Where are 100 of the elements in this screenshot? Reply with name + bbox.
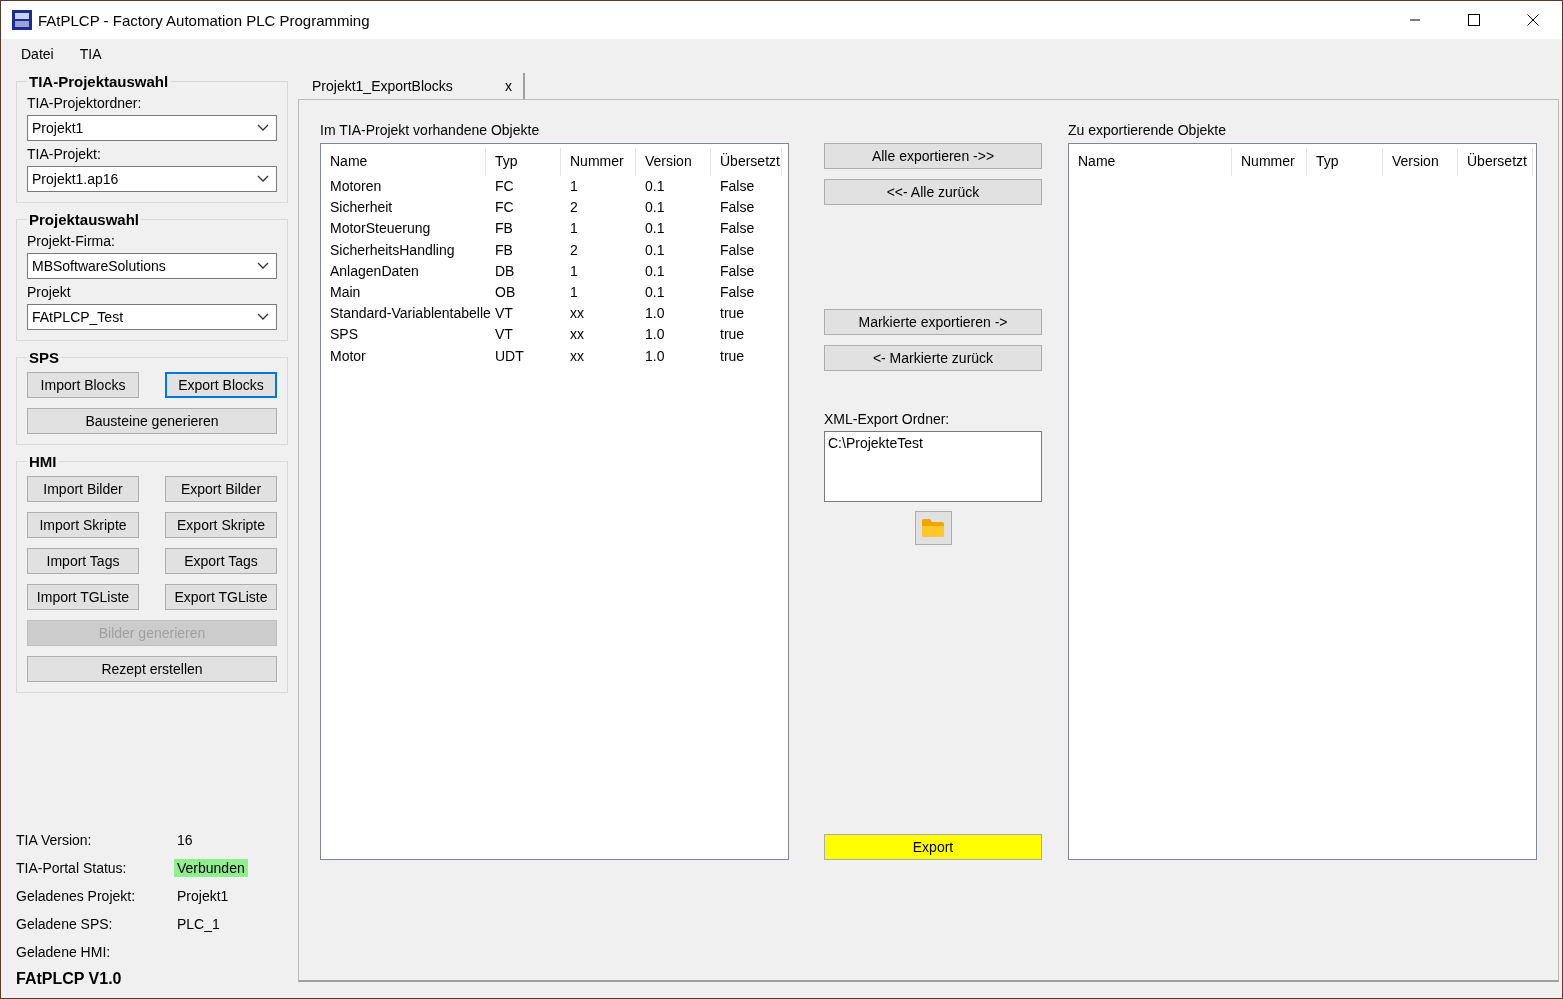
column-header[interactable]: Version	[1383, 148, 1458, 176]
table-cell-text: Sicherheit	[329, 198, 394, 218]
version-label: FAtPLCP V1.0	[16, 970, 123, 988]
chevron-down-icon	[257, 124, 269, 132]
table-cell-text: FC	[494, 198, 515, 218]
table-cell-text: FB	[494, 240, 514, 260]
chevron-down-icon	[257, 175, 269, 183]
table-cell-text: FB	[494, 219, 514, 239]
tab-close-button[interactable]: x	[502, 78, 515, 94]
text-field[interactable]: C:\ProjekteTest	[824, 431, 1042, 502]
app-icon	[12, 10, 32, 30]
column-header[interactable]: Typ	[486, 148, 561, 176]
column-header[interactable]: Übersetzt	[1458, 148, 1533, 176]
button[interactable]: Rezept erstellen	[27, 656, 277, 682]
column-header[interactable]: Typ	[1307, 148, 1383, 176]
table-cell-text: SPS	[329, 325, 359, 345]
group-title: TIA-Projektauswahl	[28, 73, 170, 90]
maximize-icon	[1467, 14, 1480, 26]
column-header[interactable]: Name	[1069, 148, 1232, 176]
column-header[interactable]: Name	[321, 148, 486, 176]
table-cell-text: 0.1	[644, 198, 666, 218]
button[interactable]: Import Tags	[27, 548, 139, 574]
export-button[interactable]: Export	[824, 834, 1042, 860]
table-cell-text: 1	[569, 219, 579, 239]
button[interactable]: Alle exportieren ->>	[824, 143, 1042, 169]
field-label: XML-Export Ordner:	[824, 411, 950, 427]
table-cell-text: AnlagenDaten	[329, 261, 420, 281]
table-cell-text: true	[719, 304, 746, 324]
status-label: Geladenes Projekt:	[16, 888, 137, 904]
column-header[interactable]: Übersetzt	[711, 148, 782, 176]
button[interactable]: Import Bilder	[27, 476, 139, 502]
button[interactable]: Export Skripte	[165, 512, 277, 538]
table-cell-text: 1	[569, 261, 579, 281]
field-label: Projekt	[27, 284, 72, 300]
folder-icon	[921, 518, 945, 538]
button[interactable]: Markierte exportieren ->	[824, 309, 1042, 335]
table-cell-text: 0.1	[644, 261, 666, 281]
table-cell-text: true	[719, 325, 746, 345]
button[interactable]: <<- Alle zurück	[824, 179, 1042, 205]
dropdown[interactable]: MBSoftwareSolutions	[27, 253, 277, 279]
button[interactable]: Bausteine generieren	[27, 408, 277, 434]
dropdown[interactable]: Projekt1.ap16	[27, 166, 277, 192]
status-value: 16	[176, 831, 194, 849]
table-cell-text: 1	[569, 282, 579, 302]
table-cell-text: 0.1	[644, 240, 666, 260]
status-label: Geladene SPS:	[16, 916, 114, 932]
button[interactable]: Export Bilder	[165, 476, 277, 502]
status-value: PLC_1	[176, 915, 221, 933]
table-cell-text: False	[719, 177, 756, 196]
column-header[interactable]: Nummer	[561, 148, 636, 176]
table-cell-text: MotorSteuerung	[329, 219, 432, 239]
table-cell-text: true	[719, 346, 746, 366]
button[interactable]: Import TGListe	[27, 584, 139, 610]
close-icon	[1526, 14, 1539, 26]
button[interactable]: Export Tags	[165, 548, 277, 574]
table-cell-text: FC	[494, 177, 515, 196]
table-cell-text: xx	[569, 304, 585, 324]
field-label: TIA-Projektordner:	[27, 95, 143, 111]
list-title: Im TIA-Projekt vorhandene Objekte	[320, 122, 541, 138]
field-label: Projekt-Firma:	[27, 233, 116, 249]
table-cell-text: VT	[494, 325, 514, 345]
table-cell-text: DB	[494, 261, 516, 281]
table-cell-text: Motor	[329, 346, 367, 366]
table-cell-text: xx	[569, 325, 585, 345]
table-cell-text: False	[719, 282, 756, 302]
table-cell-text: SicherheitsHandling	[329, 240, 456, 260]
table-cell-text: False	[719, 219, 756, 239]
button[interactable]: <- Markierte zurück	[824, 345, 1042, 371]
table-cell-text: 2	[569, 240, 579, 260]
dropdown[interactable]: Projekt1	[27, 115, 277, 141]
menu-item[interactable]: Datei	[14, 46, 61, 62]
table-cell-text: Motoren	[329, 177, 383, 196]
button[interactable]: Export Blocks	[165, 372, 277, 398]
group-title: HMI	[28, 453, 58, 470]
group-title: Projektauswahl	[28, 211, 141, 228]
chevron-down-icon	[257, 262, 269, 270]
table-cell-text: 1.0	[644, 304, 666, 324]
field-label: TIA-Projekt:	[27, 146, 102, 162]
chevron-down-icon	[257, 313, 269, 321]
status-label: TIA Version:	[16, 832, 93, 848]
menu-item[interactable]: TIA	[72, 46, 109, 62]
column-header[interactable]: Version	[636, 148, 711, 176]
table-cell-text: False	[719, 240, 756, 260]
table-cell-text: 1.0	[644, 325, 666, 345]
browse-button[interactable]	[914, 511, 952, 545]
table-cell-text: False	[719, 261, 756, 281]
table-cell-text: 1.0	[644, 346, 666, 366]
button[interactable]: Import Blocks	[27, 372, 139, 398]
table-cell-text: 0.1	[644, 282, 666, 302]
status-label: Geladene HMI:	[16, 944, 112, 960]
button[interactable]: Export TGListe	[165, 584, 277, 610]
button[interactable]: Import Skripte	[27, 512, 139, 538]
table-cell-text: 0.1	[644, 219, 666, 239]
dropdown[interactable]: FAtPLCP_Test	[27, 304, 277, 330]
list-title: Zu exportierende Objekte	[1068, 122, 1227, 138]
table-cell-text: Main	[329, 282, 362, 302]
window-title: FAtPLCP - Factory Automation PLC Programming	[38, 11, 370, 29]
table-cell-text: UDT	[494, 346, 525, 366]
column-header[interactable]: Nummer	[1232, 148, 1307, 176]
table-cell-text: False	[719, 198, 756, 218]
